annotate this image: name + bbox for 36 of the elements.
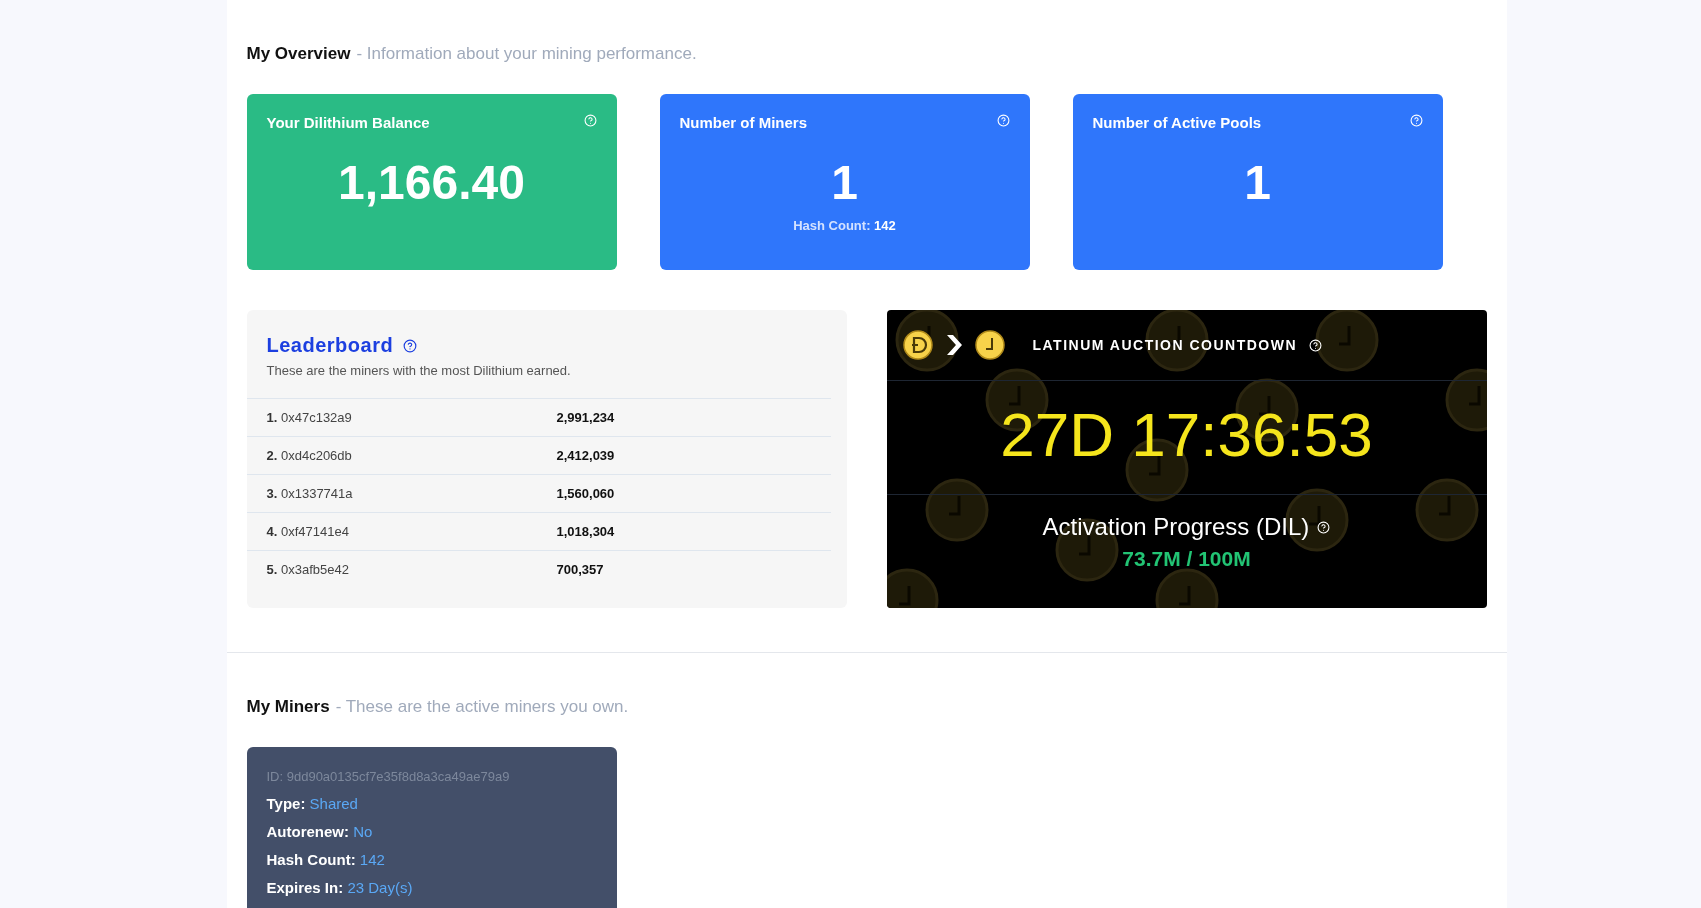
miner-address: 2. 0xd4c206db bbox=[266, 448, 353, 463]
dilithium-amount: 2,412,039 bbox=[556, 448, 615, 463]
stat-value: 1,166.40 bbox=[338, 155, 525, 210]
countdown-title: LATINUM AUCTION COUNTDOWN bbox=[1032, 337, 1298, 353]
section-title: My Miners bbox=[246, 697, 330, 717]
coin-icon bbox=[902, 330, 933, 360]
miner-field: Autorenew: No bbox=[266, 823, 597, 840]
card-title: Your Dilithium Balance bbox=[266, 114, 430, 131]
section-subtitle: - These are the active miners you own. bbox=[335, 697, 629, 717]
dilithium-amount: 1,018,304 bbox=[556, 524, 615, 539]
miner-address: 3. 0x1337741a bbox=[266, 486, 354, 501]
dilithium-amount: 2,991,234 bbox=[556, 410, 615, 425]
miner-address: 1. 0x47c132a9 bbox=[266, 410, 353, 425]
countdown-timer: 27D 17:36:53 bbox=[1000, 399, 1373, 471]
miner-address: 4. 0xf47141e4 bbox=[266, 524, 350, 539]
stat-value: 1 bbox=[1244, 155, 1271, 210]
help-icon[interactable] bbox=[403, 338, 418, 353]
dilithium-amount: 700,357 bbox=[556, 562, 604, 577]
stat-value: 1 bbox=[831, 155, 858, 210]
miner-id: ID: 9dd90a0135cf7e35f8d8a3ca49ae79a9 bbox=[266, 769, 511, 784]
dilithium-amount: 1,560,060 bbox=[556, 486, 615, 501]
section-title: My Overview bbox=[246, 44, 351, 64]
section-subtitle: - Information about your mining performance. bbox=[356, 44, 697, 64]
leaderboard-title: Leaderboard bbox=[266, 334, 394, 357]
card-title: Number of Active Pools bbox=[1092, 114, 1262, 131]
miner-field: Type: Shared bbox=[266, 795, 597, 812]
chevron-icon bbox=[944, 334, 963, 356]
card-title: Number of Miners bbox=[679, 114, 807, 131]
miner-address: 5. 0x3afb5e42 bbox=[266, 562, 350, 577]
coin-icon bbox=[974, 330, 1005, 360]
miner-field: Hash Count: 142 bbox=[266, 851, 597, 868]
progress-label: Activation Progress (DIL) bbox=[1042, 513, 1310, 541]
progress-value: 73.7M / 100M bbox=[1122, 547, 1251, 571]
stat-note: Hash Count: 142 bbox=[793, 218, 896, 233]
miner-field: Expires In: 23 Day(s) bbox=[266, 879, 597, 896]
leaderboard-subtitle: These are the miners with the most Dilithium earned. bbox=[266, 363, 572, 378]
